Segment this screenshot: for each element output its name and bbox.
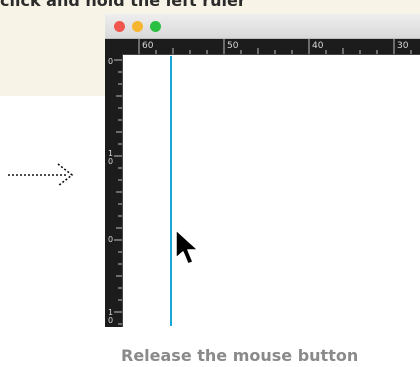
window-titlebar[interactable]: [105, 14, 420, 39]
window-maximize-button[interactable]: [150, 21, 161, 32]
h-ruler-label: 60: [142, 41, 154, 51]
vertical-ruler[interactable]: 0 10 0 10: [105, 54, 123, 327]
horizontal-ruler[interactable]: 60 50 40 30: [105, 39, 420, 55]
v-ruler-label: 10: [107, 149, 114, 166]
v-ruler-label: 0: [107, 235, 114, 244]
vertical-guide-line[interactable]: [170, 56, 172, 326]
app-window: 60 50 40 30 0 10 0 10: [105, 14, 420, 327]
instruction-banner: [0, 0, 110, 96]
window-minimize-button[interactable]: [132, 21, 143, 32]
mouse-pointer-icon: [175, 229, 199, 265]
v-ruler-label: 10: [107, 308, 114, 325]
dotted-arrow-right-icon: [8, 163, 74, 187]
vertical-ruler-ticks: [114, 59, 122, 325]
h-ruler-label: 50: [227, 41, 239, 51]
document-canvas[interactable]: [123, 55, 420, 327]
window-close-button[interactable]: [114, 21, 125, 32]
h-ruler-label: 40: [312, 41, 324, 51]
v-ruler-label: 0: [107, 57, 114, 66]
instruction-caption-top: click and hold the left ruler: [0, 0, 246, 10]
instruction-caption-bottom: Release the mouse button: [121, 346, 359, 365]
h-ruler-label: 30: [397, 41, 409, 51]
